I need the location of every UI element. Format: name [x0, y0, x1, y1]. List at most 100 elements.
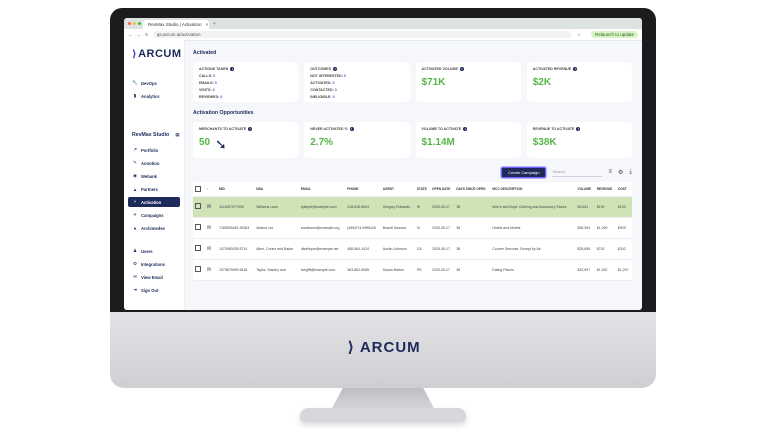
- email-icon[interactable]: ✉: [207, 204, 211, 210]
- create-campaign-button[interactable]: Create Campaign: [501, 166, 547, 178]
- activated-revenue-card: Activated Revenue i $2K: [526, 62, 632, 102]
- info-icon[interactable]: i: [248, 127, 253, 131]
- sidebar-item-label: Webank: [141, 173, 157, 179]
- table-cell-open-date: 2025-05-17: [429, 259, 455, 281]
- row-checkbox[interactable]: [195, 245, 201, 252]
- column-header-mcc-description[interactable]: MCC DESCRIPTION: [490, 182, 576, 197]
- select-all-checkbox[interactable]: [195, 185, 201, 192]
- email-icon[interactable]: ✉: [207, 267, 211, 273]
- column-header-days-since-open[interactable]: DAYS SINCE OPEN: [454, 182, 491, 197]
- back-icon[interactable]: ←: [128, 32, 133, 37]
- arcum-logo[interactable]: ⟩ARCUM: [132, 48, 182, 60]
- merchants-to-activate-card[interactable]: Merchants to Activate i 50 ➘: [193, 122, 299, 158]
- stat-value: 0: [214, 81, 217, 85]
- table-cell-mid: 1473983928 8714: [217, 238, 255, 260]
- info-icon[interactable]: i: [463, 127, 468, 131]
- column-header-email[interactable]: EMAIL: [298, 182, 346, 197]
- column-header-phone[interactable]: PHONE: [345, 182, 381, 197]
- column-header-cost[interactable]: COST: [615, 182, 632, 197]
- bookmark-star-icon[interactable]: ☆: [577, 32, 581, 38]
- table-cell-agent: Brandi Howard: [380, 217, 415, 239]
- sidebar-item-campaigns[interactable]: ✈ Campaigns: [128, 210, 180, 220]
- mouse-cursor-icon: ➘: [215, 136, 227, 152]
- row-checkbox[interactable]: [195, 266, 201, 273]
- table-row[interactable]: ✉ 1575879593 6518 Taylor, Stanley and fwryj…: [193, 259, 632, 281]
- row-checkbox[interactable]: [195, 203, 201, 210]
- browser-tab[interactable]: RevMax Studio | Activation ×: [143, 20, 209, 29]
- table-cell-agent: Austin Johnson: [380, 238, 415, 260]
- row-checkbox[interactable]: [195, 224, 201, 231]
- sidebar-item-activation[interactable]: ⚡ Activation: [128, 197, 180, 207]
- info-icon[interactable]: i: [459, 67, 464, 71]
- table-row[interactable]: ✉ 7189505481 90363 Adams Ltd eoexbsnw@examp…: [193, 217, 632, 239]
- sidebar-item-portfolio[interactable]: ↗ Portfolio: [128, 145, 180, 155]
- forward-icon[interactable]: →: [137, 32, 142, 37]
- stat-value: 0: [212, 88, 215, 92]
- column-header-state[interactable]: STATE: [414, 182, 430, 197]
- email-icon[interactable]: ✉: [207, 225, 211, 231]
- window-controls[interactable]: [128, 21, 143, 26]
- table-cell-agent: Gregory Edwards: [380, 196, 415, 218]
- url-input[interactable]: qa.arcum.ai/activation: [152, 31, 572, 38]
- download-icon[interactable]: ⤓: [629, 169, 632, 176]
- sidebar-item-annotion[interactable]: ✎ Annotion: [128, 158, 180, 168]
- column-header-open-date[interactable]: OPEN DATE: [429, 182, 455, 197]
- actions-taken-card: Actions Taken i CALLS: 0 EMAILS: 0 VISITS: …: [193, 62, 299, 102]
- opportunity-cards: Merchants to Activate i 50 ➘ Never Activa…: [193, 122, 632, 158]
- sidebar-item-archimedes[interactable]: ● Archimedes: [128, 223, 180, 233]
- activated-title: Activated: [193, 50, 217, 56]
- column-header-mid[interactable]: MID: [217, 182, 255, 197]
- sidebar-item-sign-out[interactable]: ⇥ Sign Out: [128, 285, 180, 295]
- table-cell-mid: 7189505481 90363: [217, 217, 255, 239]
- table-cell-revenue: $1,092: [594, 259, 616, 281]
- table-cell-open-date: 2025-05-17: [429, 196, 455, 218]
- column-header-revenue[interactable]: REVENUE: [594, 182, 616, 197]
- table-cell-dba: Taylor, Stanley and: [254, 259, 299, 281]
- info-icon[interactable]: i: [576, 127, 581, 131]
- reload-icon[interactable]: ↻: [145, 32, 149, 38]
- relaunch-button[interactable]: Relaunch to update: [590, 31, 638, 38]
- select-all-header[interactable]: [193, 182, 205, 197]
- table-cell-mid: 1575879593 6518: [217, 259, 255, 281]
- info-icon[interactable]: i: [349, 127, 354, 131]
- table-cell-email: fwryjfft@example.com: [298, 259, 346, 281]
- sidebar-item-devops[interactable]: 🔧 DevOps: [128, 78, 180, 88]
- grid-icon[interactable]: ▦: [175, 132, 179, 138]
- stat-key: REVIEWED:: [199, 95, 220, 99]
- table-cell-state: PR: [414, 259, 430, 281]
- sidebar-item-analytics[interactable]: ▮ Analytics: [128, 91, 180, 101]
- campaigns-icon: ✈: [133, 212, 137, 217]
- email-icon[interactable]: ✉: [207, 246, 211, 252]
- stat-key: EMAILS:: [199, 81, 214, 85]
- tab-title: RevMax Studio | Activation: [148, 22, 202, 27]
- sidebar-item-integrations[interactable]: ⚙ Integrations: [128, 259, 180, 269]
- table-row[interactable]: ✉ 1113057977906 Williams Lane sptkpfd@examp…: [193, 196, 632, 218]
- info-icon[interactable]: i: [573, 67, 578, 71]
- table-cell-cost: $134: [615, 196, 632, 218]
- column-header-dba[interactable]: DBA: [254, 182, 299, 197]
- new-tab-icon[interactable]: +: [213, 21, 216, 26]
- sidebar-item-partners[interactable]: ▲ Partners: [128, 184, 180, 194]
- merchants-value: 50: [199, 137, 211, 148]
- table-cell-email: dtcehhpw@example.net: [298, 238, 346, 260]
- stat-key: ACTIVATED:: [310, 81, 332, 85]
- info-icon[interactable]: i: [333, 67, 338, 71]
- settings-icon[interactable]: ⚙: [618, 169, 623, 176]
- close-tab-icon[interactable]: ×: [205, 22, 208, 27]
- signout-icon: ⇥: [133, 287, 137, 292]
- sidebar-item-webank[interactable]: ◉ Webank: [128, 171, 180, 181]
- studio-heading: RevMax Studio ▦: [132, 132, 180, 138]
- sidebar-item-label: Partners: [141, 186, 158, 192]
- sort-icon[interactable]: ↑: [205, 182, 217, 197]
- sidebar-item-users[interactable]: ♟ Users: [128, 246, 180, 256]
- sidebar-studio-nav: ↗ Portfolio ✎ Annotion ◉ Webank ▲ Partners ⚡ Acti…: [128, 145, 180, 236]
- info-icon[interactable]: i: [230, 67, 235, 71]
- screen: RevMax Studio | Activation × + ← → ↻ qa.…: [124, 18, 642, 310]
- card-label: Outcomes: [310, 67, 332, 71]
- column-header-agent[interactable]: AGENT: [380, 182, 415, 197]
- table-row[interactable]: ✉ 1473983928 8714 Allen, Cortez and Baker d…: [193, 238, 632, 260]
- filter-icon[interactable]: ≡: [608, 169, 612, 175]
- sidebar-item-view-email[interactable]: ✉ View Email: [128, 272, 180, 282]
- search-input[interactable]: Search: [552, 168, 603, 177]
- column-header-volume[interactable]: VOLUME: [575, 182, 595, 197]
